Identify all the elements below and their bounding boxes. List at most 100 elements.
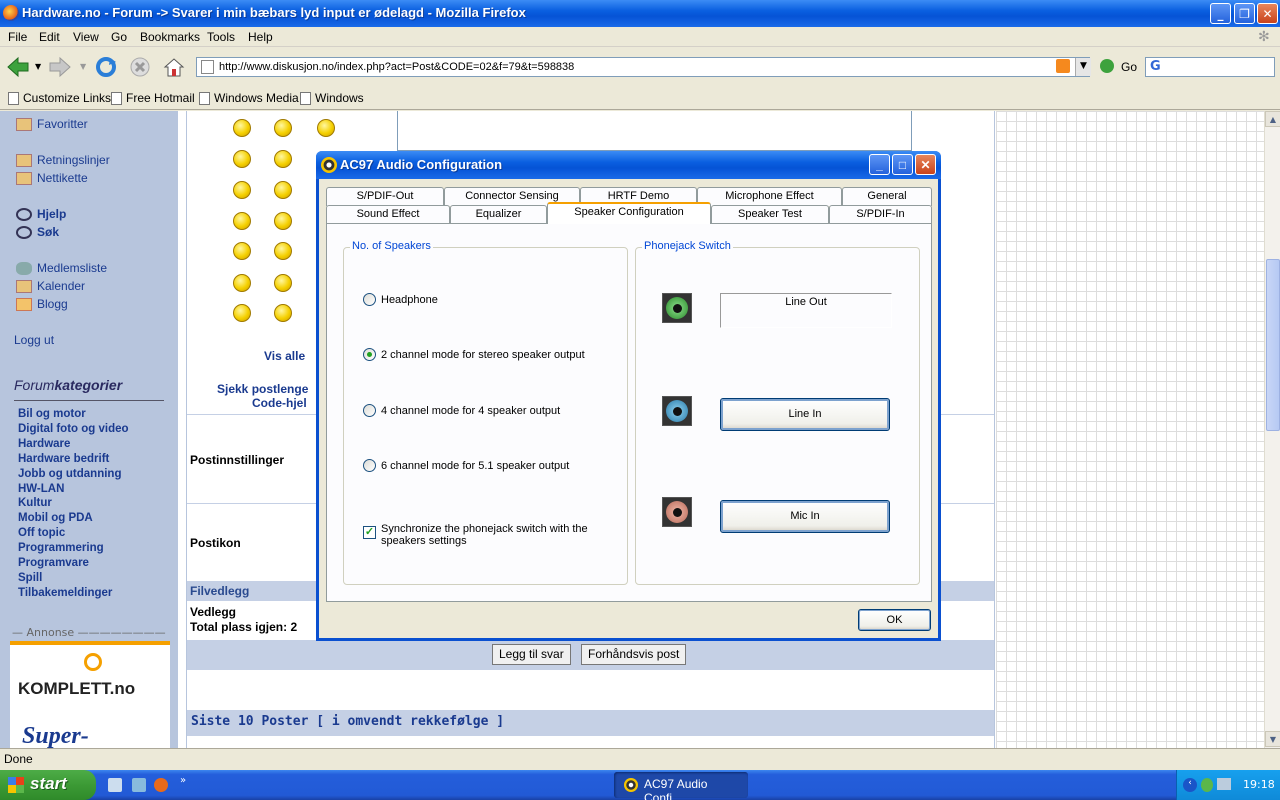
smiley-icon[interactable] (233, 150, 251, 168)
radio-headphone[interactable]: Headphone (363, 293, 438, 306)
radio-6-channel[interactable]: 6 channel mode for 5.1 speaker output (363, 459, 569, 472)
scroll-thumb[interactable] (1266, 259, 1280, 431)
forward-icon[interactable] (48, 56, 72, 78)
sidebar-link-kalender[interactable]: Kalender (16, 279, 85, 293)
dialog-close-button[interactable]: ✕ (915, 154, 936, 175)
dialog-maximize-button[interactable]: □ (892, 154, 913, 175)
sidebar-link-hjelp[interactable]: Hjelp (16, 207, 66, 221)
smiley-icon[interactable] (233, 181, 251, 199)
komplett-ad[interactable]: KOMPLETT.no Super- (10, 641, 170, 748)
bookmark-windows-media[interactable]: Windows Media (199, 91, 299, 105)
smiley-icon[interactable] (274, 274, 292, 292)
sidebar-link-logg-ut[interactable]: Logg ut (14, 333, 54, 347)
google-icon[interactable]: G (1150, 59, 1161, 74)
sidebar-link-nettikette[interactable]: Nettikette (16, 171, 88, 185)
smiley-icon[interactable] (233, 304, 251, 322)
stop-icon[interactable] (128, 56, 152, 78)
maximize-button[interactable]: ❐ (1234, 3, 1255, 24)
home-icon[interactable] (162, 56, 186, 78)
tab-spdif-in[interactable]: S/PDIF-In (829, 205, 932, 224)
post-textarea[interactable] (397, 111, 912, 151)
back-dropdown-icon[interactable]: ▼ (35, 62, 41, 71)
sidebar-link-favoritter[interactable]: Favoritter (16, 117, 88, 131)
bookmark-customize-links[interactable]: Customize Links (8, 91, 111, 105)
go-button-label[interactable]: Go (1121, 60, 1137, 74)
scroll-down-icon[interactable]: ▼ (1265, 731, 1280, 747)
smiley-icon[interactable] (274, 242, 292, 260)
category-link[interactable]: Bil og motor (18, 408, 86, 420)
dialog-minimize-button[interactable]: _ (869, 154, 890, 175)
tab-speaker-test[interactable]: Speaker Test (711, 205, 829, 224)
quicklaunch-expand-icon[interactable]: » (180, 775, 186, 786)
smiley-icon[interactable] (274, 304, 292, 322)
start-button[interactable]: start (0, 770, 96, 800)
tab-speaker-configuration[interactable]: Speaker Configuration (547, 202, 711, 224)
smiley-icon[interactable] (233, 119, 251, 137)
clock[interactable]: 19:18 (1243, 778, 1275, 791)
category-link[interactable]: Kultur (18, 497, 52, 509)
category-link[interactable]: Spill (18, 572, 42, 584)
mic-in-button[interactable]: Mic In (720, 500, 890, 533)
smiley-icon[interactable] (274, 119, 292, 137)
sync-phonejack-checkbox[interactable]: ✓ Synchronize the phonejack switch with t… (363, 523, 593, 547)
bookmark-windows[interactable]: Windows (300, 91, 364, 105)
tab-microphone-effect[interactable]: Microphone Effect (697, 187, 842, 206)
vertical-scrollbar[interactable]: ▲ ▼ (1264, 111, 1280, 748)
ok-button[interactable]: OK (858, 609, 931, 631)
forhandsvis-post-button[interactable]: Forhåndsvis post (581, 644, 687, 665)
vis-alle-link[interactable]: Vis alle (264, 349, 305, 363)
menu-bookmarks[interactable]: Bookmarks (140, 30, 200, 44)
category-link[interactable]: HW-LAN (18, 483, 64, 495)
menu-edit[interactable]: Edit (39, 30, 60, 44)
rss-feed-icon[interactable] (1056, 59, 1070, 73)
smiley-icon[interactable] (274, 181, 292, 199)
category-link[interactable]: Hardware (18, 438, 70, 450)
sidebar-link-sok[interactable]: Søk (16, 225, 59, 239)
close-button[interactable]: ✕ (1257, 3, 1278, 24)
back-icon[interactable] (6, 56, 30, 78)
quicklaunch-firefox-icon[interactable] (154, 778, 168, 792)
url-dropdown-icon[interactable]: ▼ (1075, 58, 1091, 76)
tab-equalizer[interactable]: Equalizer (450, 205, 547, 224)
code-hjelp-link[interactable]: Code-hjel (252, 396, 307, 410)
minimize-button[interactable]: _ (1210, 3, 1231, 24)
scroll-up-icon[interactable]: ▲ (1265, 111, 1280, 127)
line-in-button[interactable]: Line In (720, 398, 890, 431)
smiley-icon[interactable] (233, 212, 251, 230)
sidebar-link-blogg[interactable]: Blogg (16, 297, 68, 311)
url-bar[interactable]: http://www.diskusjon.no/index.php?act=Po… (196, 57, 1090, 77)
tray-network-icon[interactable] (1217, 778, 1231, 790)
category-link[interactable]: Mobil og PDA (18, 512, 93, 524)
forward-dropdown-icon[interactable]: ▼ (80, 62, 86, 71)
tray-user-icon[interactable] (1201, 778, 1213, 792)
bookmark-free-hotmail[interactable]: Free Hotmail (111, 91, 195, 105)
category-link[interactable]: Tilbakemeldinger (18, 587, 112, 599)
menu-file[interactable]: File (8, 30, 27, 44)
category-link[interactable]: Jobb og utdanning (18, 468, 121, 480)
smiley-icon[interactable] (274, 150, 292, 168)
menu-tools[interactable]: Tools (207, 30, 235, 44)
tray-expand-icon[interactable]: ‹ (1183, 778, 1197, 792)
go-icon[interactable] (1100, 59, 1114, 73)
smiley-icon[interactable] (233, 242, 251, 260)
tab-general[interactable]: General (842, 187, 932, 206)
sidebar-link-medlemsliste[interactable]: Medlemsliste (16, 261, 107, 275)
menu-go[interactable]: Go (111, 30, 127, 44)
quicklaunch-ie-icon[interactable] (108, 778, 122, 792)
radio-2-channel[interactable]: 2 channel mode for stereo speaker output (363, 348, 585, 361)
category-link[interactable]: Digital foto og video (18, 423, 129, 435)
legg-til-svar-button[interactable]: Legg til svar (492, 644, 571, 665)
sidebar-link-retningslinjer[interactable]: Retningslinjer (16, 153, 110, 167)
category-link[interactable]: Programvare (18, 557, 89, 569)
reload-icon[interactable] (94, 56, 118, 78)
tab-sound-effect[interactable]: Sound Effect (326, 205, 450, 224)
quicklaunch-desktop-icon[interactable] (132, 778, 146, 792)
menu-view[interactable]: View (73, 30, 99, 44)
smiley-icon[interactable] (274, 212, 292, 230)
taskbar-item-ac97[interactable]: AC97 Audio Confi... (614, 772, 748, 800)
sjekk-postlengde-link[interactable]: Sjekk postlenge (217, 382, 308, 396)
smiley-icon[interactable] (317, 119, 335, 137)
tab-spdif-out[interactable]: S/PDIF-Out (326, 187, 444, 206)
category-link[interactable]: Hardware bedrift (18, 453, 109, 465)
search-input[interactable]: G (1145, 57, 1275, 77)
